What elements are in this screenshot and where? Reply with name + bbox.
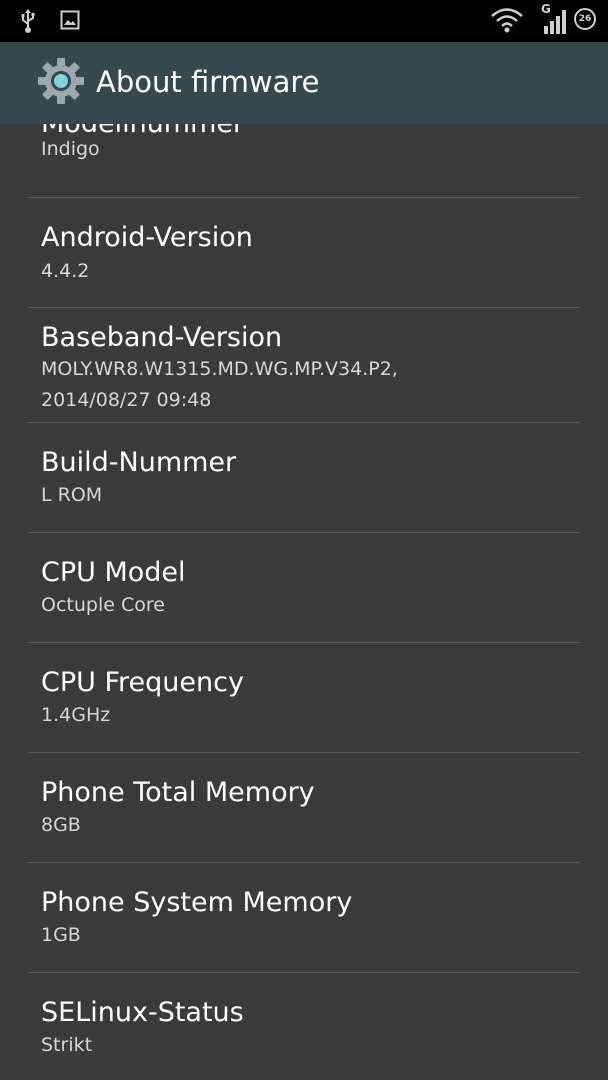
item-title: SELinux-Status bbox=[41, 997, 244, 1028]
wifi-icon bbox=[490, 6, 524, 38]
gallery-icon bbox=[60, 10, 80, 34]
item-title: Build-Nummer bbox=[41, 447, 237, 478]
item-value: Strikt bbox=[41, 1034, 93, 1056]
list-item-model-number[interactable]: Modellnummer Indigo bbox=[28, 124, 580, 198]
list-item-phone-total-memory[interactable]: Phone Total Memory 8GB bbox=[28, 753, 580, 863]
item-value: 1GB bbox=[41, 924, 81, 946]
signal-strength-icon bbox=[540, 6, 570, 40]
page-title: About firmware bbox=[96, 65, 320, 99]
item-value: Indigo bbox=[41, 138, 100, 160]
item-value: 4.4.2 bbox=[41, 260, 90, 282]
item-value: Octuple Core bbox=[41, 594, 165, 616]
item-title: Phone Total Memory bbox=[41, 777, 315, 808]
status-bar: G 26 bbox=[0, 0, 608, 42]
settings-gear-icon[interactable] bbox=[36, 56, 86, 110]
list-item-android-version[interactable]: Android-Version 4.4.2 bbox=[28, 198, 580, 308]
list-item-build-number[interactable]: Build-Nummer L ROM bbox=[28, 423, 580, 533]
item-value: MOLY.WR8.W1315.MD.WG.MP.V34.P2, 2014/08/… bbox=[41, 358, 398, 411]
firmware-info-list[interactable]: Modellnummer Indigo Android-Version 4.4.… bbox=[0, 124, 608, 1080]
usb-icon bbox=[20, 8, 36, 38]
item-value: 8GB bbox=[41, 814, 81, 836]
item-value: L ROM bbox=[41, 484, 103, 506]
list-item-cpu-model[interactable]: CPU Model Octuple Core bbox=[28, 533, 580, 643]
action-bar: About firmware bbox=[0, 42, 608, 124]
item-title: Android-Version bbox=[41, 222, 253, 253]
item-title: CPU Model bbox=[41, 557, 186, 588]
list-item-phone-system-memory[interactable]: Phone System Memory 1GB bbox=[28, 863, 580, 973]
list-item-baseband-version[interactable]: Baseband-Version MOLY.WR8.W1315.MD.WG.MP… bbox=[28, 308, 580, 423]
item-title: CPU Frequency bbox=[41, 667, 244, 698]
battery-icon: 26 bbox=[574, 8, 596, 30]
item-title: Phone System Memory bbox=[41, 887, 353, 918]
item-value: 1.4GHz bbox=[41, 704, 111, 726]
list-item-cpu-frequency[interactable]: CPU Frequency 1.4GHz bbox=[28, 643, 580, 753]
list-item-selinux-status[interactable]: SELinux-Status Strikt bbox=[28, 973, 580, 1080]
item-title: Baseband-Version bbox=[41, 322, 283, 353]
